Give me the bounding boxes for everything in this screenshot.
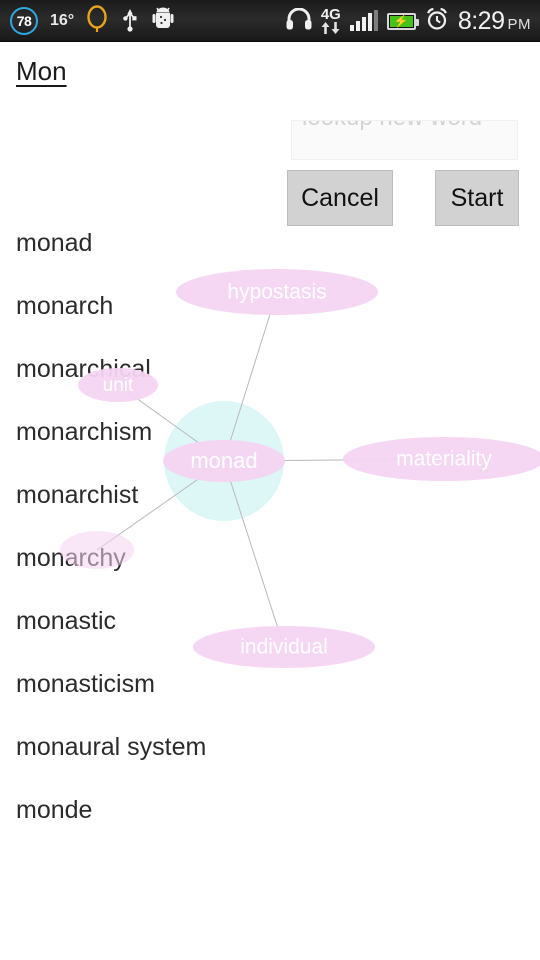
android-robot-icon	[152, 5, 174, 38]
notification-count-badge: 78	[10, 7, 38, 35]
battery-charging-icon: ⚡	[386, 12, 419, 30]
phone-screen: 78 16° 4G ⚡ 8:29 PM monad monarch monarc…	[0, 0, 540, 960]
usb-icon	[120, 6, 140, 37]
word-list-item[interactable]: monarchy	[0, 527, 540, 590]
lookup-input-placeholder: lookup new word	[302, 121, 482, 132]
signal-strength-icon	[349, 10, 378, 31]
balloon-icon	[86, 4, 108, 38]
clock-ampm: PM	[507, 15, 531, 33]
status-bar-right: 4G ⚡ 8:29 PM	[286, 7, 540, 36]
word-list-item[interactable]: monde	[0, 779, 540, 842]
temperature-label: 16°	[50, 12, 75, 29]
cancel-button[interactable]: Cancel	[287, 170, 393, 226]
data-transfer-arrows-icon	[321, 21, 340, 34]
lookup-input[interactable]: lookup new word	[291, 120, 518, 160]
word-list-item[interactable]: monarchism	[0, 401, 540, 464]
network-type-label: 4G	[320, 6, 341, 24]
word-list-item[interactable]: monasticism	[0, 653, 540, 716]
page-title: Mon	[16, 56, 67, 86]
clock-time: 8:29	[457, 6, 505, 35]
word-list-item[interactable]: monastic	[0, 590, 540, 653]
word-list-item[interactable]: monarch	[0, 275, 540, 338]
status-bar[interactable]: 78 16° 4G ⚡ 8:29 PM	[0, 0, 540, 42]
word-list-item[interactable]: monarchical	[0, 338, 540, 401]
lookup-dialog: Mon lookup new word Cancel Start	[0, 42, 540, 226]
status-bar-left: 78 16°	[0, 4, 174, 38]
word-list-item[interactable]: monaural system	[0, 716, 540, 779]
network-type-indicator: 4G	[320, 6, 341, 34]
word-list-item[interactable]: monarchist	[0, 464, 540, 527]
headphones-icon	[286, 7, 312, 35]
word-list[interactable]: monad monarch monarchical monarchism monarch…	[0, 212, 540, 842]
clock: 8:29 PM	[457, 6, 531, 35]
start-button[interactable]: Start	[435, 170, 519, 226]
alarm-clock-icon	[425, 7, 449, 36]
